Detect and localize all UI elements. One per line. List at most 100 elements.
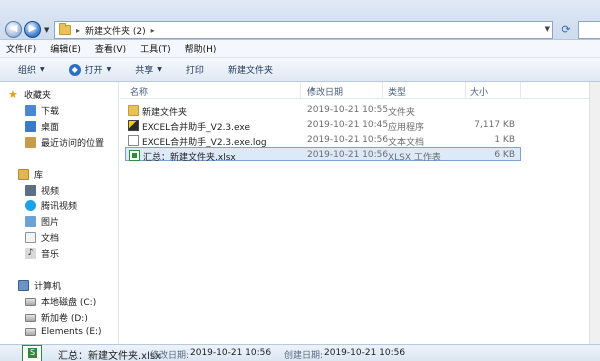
file-name: 汇总：新建文件夹.xlsx: [143, 153, 236, 163]
nav-music[interactable]: ♪ 音乐: [25, 247, 59, 260]
nav-drive-d[interactable]: 新加卷 (D:): [25, 311, 88, 324]
address-dropdown-icon[interactable]: ▼: [545, 25, 550, 33]
folder-icon: [59, 23, 71, 35]
music-icon: ♪: [25, 248, 36, 259]
nav-label: 收藏夹: [24, 91, 52, 101]
file-date: 2019-10-21 10:55: [307, 105, 389, 115]
chevron-down-icon: ▼: [157, 66, 162, 73]
file-size: 6 KB: [494, 150, 515, 160]
libraries-icon: [18, 169, 29, 180]
address-path-box[interactable]: ▸ 新建文件夹 (2) ▸ ▼: [54, 21, 553, 39]
tencent-video-icon: [25, 200, 36, 211]
column-divider[interactable]: [300, 82, 301, 99]
pictures-icon: [25, 216, 36, 227]
file-name: EXCEL合并助手_V2.3.exe: [142, 123, 250, 133]
open-button[interactable]: ◆ 打开 ▼: [68, 63, 111, 76]
menu-edit[interactable]: 编辑(E): [50, 42, 81, 55]
nav-downloads[interactable]: 下载: [25, 104, 59, 117]
menu-file[interactable]: 文件(F): [6, 42, 36, 55]
address-bar: ◀ ▶ ▼ ▸ 新建文件夹 (2) ▸ ▼ ⟳: [0, 0, 600, 40]
log-file-icon: [128, 135, 139, 146]
column-date[interactable]: 修改日期: [307, 85, 343, 98]
computer-icon: [18, 280, 29, 291]
folder-icon: [128, 105, 139, 116]
documents-icon: [25, 232, 36, 243]
nav-videos[interactable]: 视频: [25, 184, 59, 197]
organize-label: 组织: [18, 66, 37, 76]
nav-pictures[interactable]: 图片: [25, 215, 59, 228]
nav-computer[interactable]: 计算机: [18, 279, 61, 292]
command-toolbar: 组织 ▼ ◆ 打开 ▼ 共享 ▼ 打印 新建文件夹: [0, 58, 600, 82]
file-list-pane: ▲ 名称 修改日期 类型 大小 新建文件夹 2019-10-21 10:55 文…: [120, 82, 600, 344]
drive-icon: [25, 313, 36, 322]
nav-libraries[interactable]: 库: [18, 168, 43, 181]
file-type: 文件夹: [388, 108, 416, 118]
file-row[interactable]: EXCEL合并助手_V2.3.exe.log 2019-10-21 10:56 …: [125, 133, 521, 148]
recent-places-icon: [25, 137, 36, 148]
menu-bar: 文件(F) 编辑(E) 查看(V) 工具(T) 帮助(H): [0, 40, 600, 58]
nav-label: 最近访问的位置: [41, 139, 105, 149]
details-filename: 汇总：新建文件夹.xlsx: [58, 351, 162, 361]
nav-desktop[interactable]: 桌面: [25, 120, 59, 133]
new-folder-button[interactable]: 新建文件夹: [228, 63, 273, 76]
nav-recent[interactable]: 最近访问的位置: [25, 136, 104, 149]
column-divider[interactable]: [520, 82, 521, 99]
file-row[interactable]: EXCEL合并助手_V2.3.exe 2019-10-21 10:45 应用程序…: [125, 118, 521, 133]
back-button[interactable]: ◀: [5, 21, 22, 38]
nav-favorites[interactable]: ★ 收藏夹: [8, 88, 51, 101]
file-row-selected[interactable]: 汇总：新建文件夹.xlsx 2019-10-21 10:56 XLSX 工作表 …: [125, 147, 521, 163]
history-dropdown-icon[interactable]: ▼: [44, 26, 49, 34]
breadcrumb-separator[interactable]: ▸: [151, 26, 155, 35]
breadcrumb-separator[interactable]: ▸: [76, 26, 80, 35]
file-size: 1 KB: [494, 135, 515, 145]
menu-view[interactable]: 查看(V): [95, 42, 126, 55]
column-name[interactable]: 名称: [130, 85, 148, 98]
column-divider[interactable]: [382, 82, 383, 99]
refresh-icon[interactable]: ⟳: [558, 21, 574, 39]
navigation-pane: ★ 收藏夹 下载 桌面 最近访问的位置 库 视频 腾讯视频 图片 文档 ♪ 音乐…: [0, 82, 119, 344]
menu-help[interactable]: 帮助(H): [185, 42, 217, 55]
vertical-scrollbar[interactable]: [589, 82, 600, 344]
print-button[interactable]: 打印: [186, 63, 204, 76]
column-divider[interactable]: [465, 82, 466, 99]
details-modified-label: 修改日期:: [150, 351, 190, 361]
details-pane: 汇总：新建文件夹.xlsx 修改日期: 2019-10-21 10:56 创建日…: [0, 344, 600, 361]
forward-button[interactable]: ▶: [24, 21, 41, 38]
desktop-icon: [25, 121, 36, 132]
nav-documents[interactable]: 文档: [25, 231, 59, 244]
open-label: 打开: [84, 66, 103, 76]
video-icon: [25, 185, 36, 196]
file-date: 2019-10-21 10:45: [307, 120, 389, 130]
details-modified-value: 2019-10-21 10:56: [190, 348, 272, 358]
file-row[interactable]: 新建文件夹 2019-10-21 10:55 文件夹: [125, 103, 521, 118]
search-input[interactable]: [578, 21, 600, 39]
nav-tencent-video[interactable]: 腾讯视频: [25, 199, 77, 212]
nav-drive-c[interactable]: 本地磁盘 (C:): [25, 295, 96, 308]
file-name: 新建文件夹: [142, 108, 188, 118]
xlsx-icon: [22, 345, 42, 361]
nav-label: 文档: [41, 234, 60, 244]
nav-label: 计算机: [34, 282, 62, 292]
column-type[interactable]: 类型: [388, 85, 406, 98]
nav-label: 腾讯视频: [41, 202, 78, 212]
nav-label: 下载: [41, 107, 60, 117]
exe-icon: [128, 120, 139, 131]
menu-tools[interactable]: 工具(T): [140, 42, 171, 55]
details-created-value: 2019-10-21 10:56: [324, 348, 406, 358]
nav-label: 桌面: [41, 123, 60, 133]
file-size: 7,117 KB: [474, 120, 515, 130]
nav-drive-e[interactable]: Elements (E:): [25, 327, 102, 337]
breadcrumb-current-folder[interactable]: 新建文件夹 (2): [85, 24, 146, 37]
file-type: 应用程序: [388, 123, 425, 133]
drive-icon: [25, 328, 36, 336]
nav-label: Elements (E:): [41, 327, 102, 337]
share-label: 共享: [135, 66, 154, 76]
organize-button[interactable]: 组织 ▼: [18, 63, 45, 76]
xlsx-icon: [129, 150, 140, 161]
details-created-label: 创建日期:: [284, 351, 324, 361]
downloads-icon: [25, 105, 36, 116]
drive-icon: [25, 297, 36, 306]
share-button[interactable]: 共享 ▼: [135, 63, 162, 76]
nav-label: 本地磁盘 (C:): [41, 298, 97, 308]
column-size[interactable]: 大小: [470, 85, 488, 98]
